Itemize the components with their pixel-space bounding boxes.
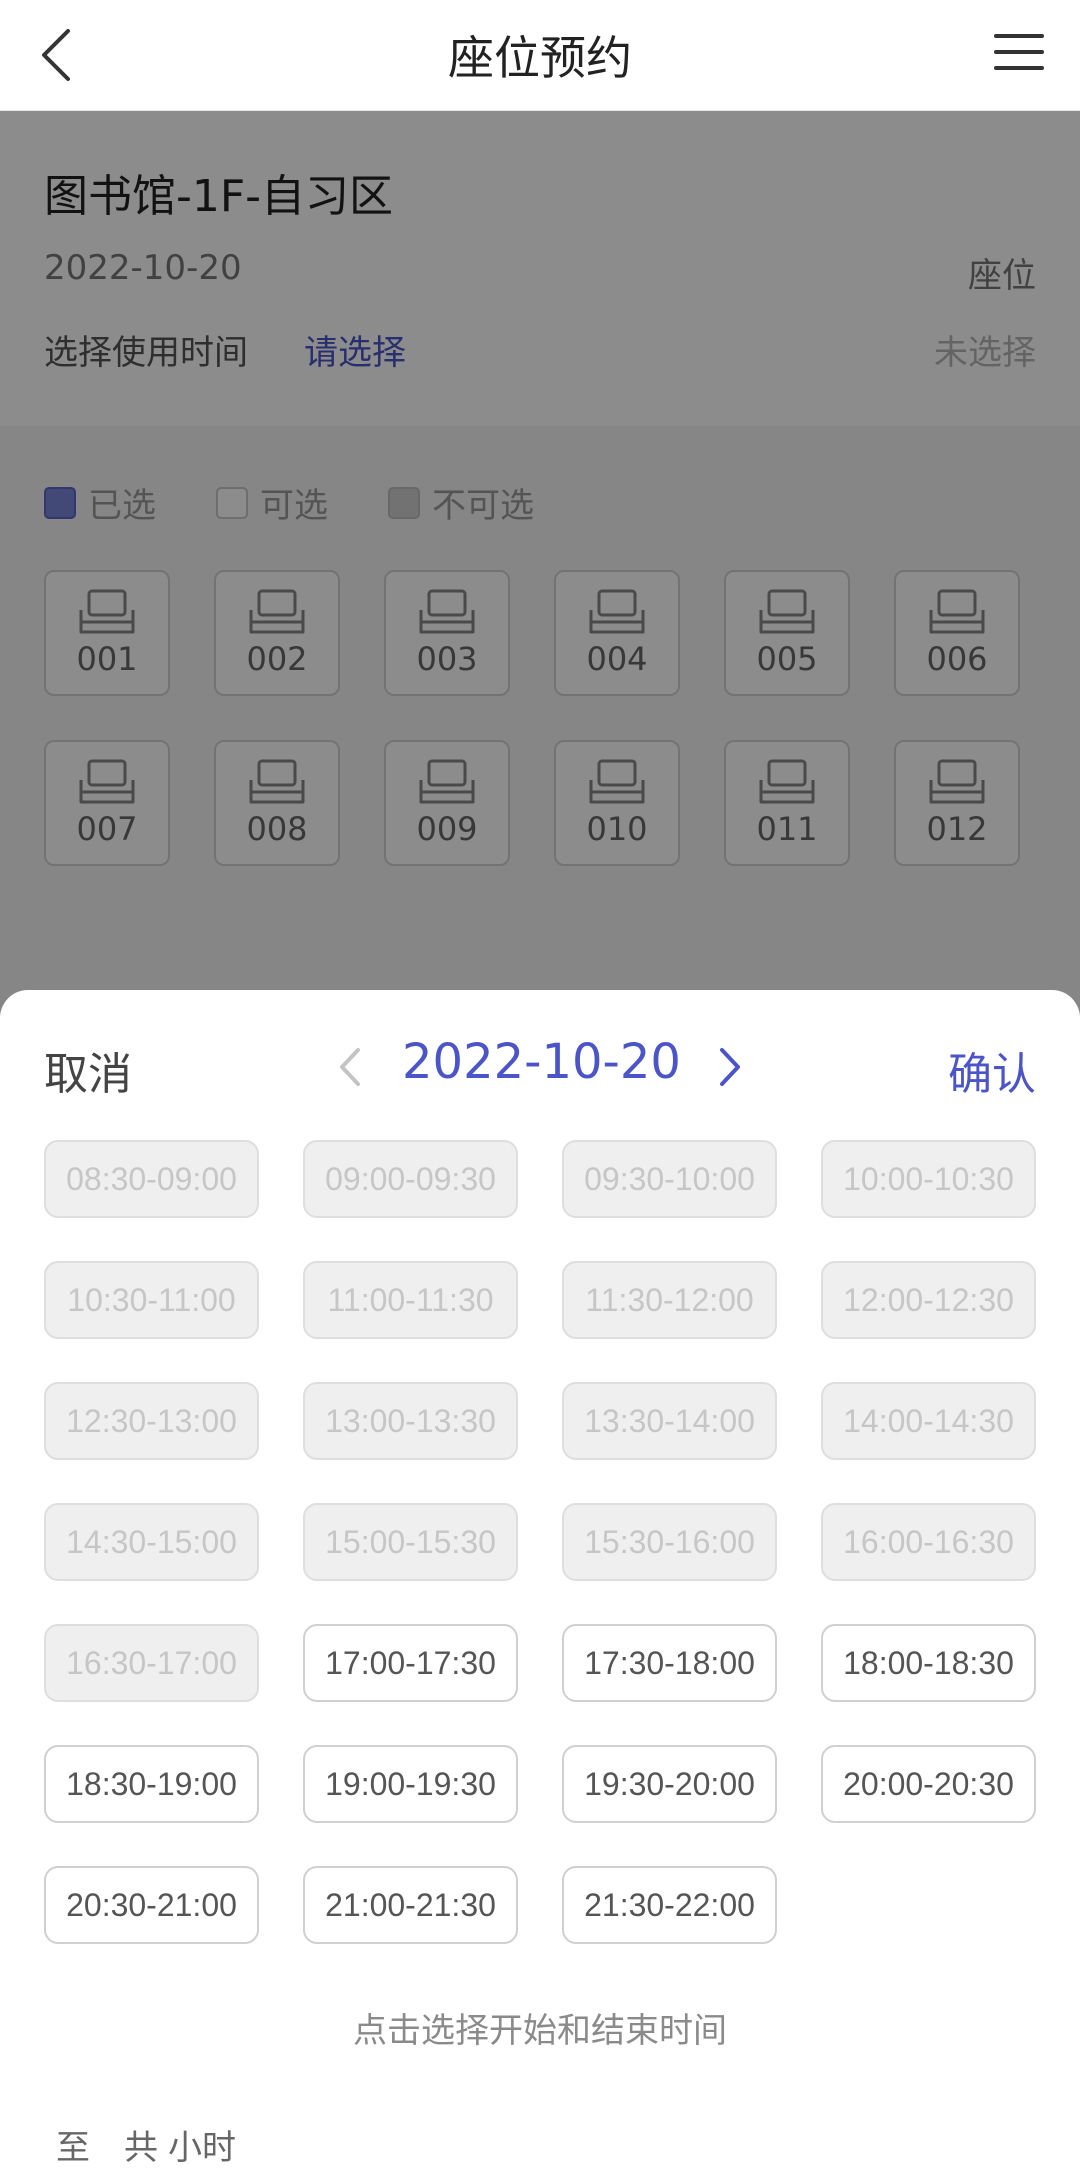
time-slot: 13:00-13:30 — [303, 1382, 518, 1460]
time-slot: 16:00-16:30 — [821, 1503, 1036, 1581]
sheet-date: 2022-10-20 — [402, 1034, 681, 1090]
chevron-right-icon[interactable] — [710, 1042, 750, 1092]
hours-label: 小时 — [168, 2128, 236, 2168]
time-slot: 14:00-14:30 — [821, 1382, 1036, 1460]
time-slot[interactable]: 17:00-17:30 — [303, 1624, 518, 1702]
time-slot: 16:30-17:00 — [44, 1624, 259, 1702]
selection-summary: 至 共小时 — [56, 2120, 236, 2169]
total-label: 共 — [124, 2128, 158, 2168]
time-slot: 12:00-12:30 — [821, 1261, 1036, 1339]
time-slot[interactable]: 21:00-21:30 — [303, 1866, 518, 1944]
confirm-button[interactable]: 确认 — [948, 1038, 1036, 1102]
time-slot: 14:30-15:00 — [44, 1503, 259, 1581]
time-slot: 10:00-10:30 — [821, 1140, 1036, 1218]
time-slot-grid: 08:30-09:00 09:00-09:30 09:30-10:00 10:00-1… — [44, 1140, 1036, 1944]
time-slot: 15:00-15:30 — [303, 1503, 518, 1581]
time-slot[interactable]: 20:00-20:30 — [821, 1745, 1036, 1823]
time-slot[interactable]: 19:30-20:00 — [562, 1745, 777, 1823]
top-bar: 座位预约 — [0, 0, 1080, 111]
time-picker-sheet: 取消 2022-10-20 确认 08:30-09:00 09:00-09:30 0… — [0, 990, 1080, 2177]
time-slot[interactable]: 20:30-21:00 — [44, 1866, 259, 1944]
time-slot: 09:30-10:00 — [562, 1140, 777, 1218]
page-title: 座位预约 — [448, 31, 632, 85]
time-slot[interactable]: 18:00-18:30 — [821, 1624, 1036, 1702]
time-slot: 13:30-14:00 — [562, 1382, 777, 1460]
cancel-button[interactable]: 取消 — [44, 1038, 132, 1102]
time-slot: 08:30-09:00 — [44, 1140, 259, 1218]
menu-icon[interactable] — [994, 34, 1044, 74]
time-slot: 11:30-12:00 — [562, 1261, 777, 1339]
time-slot: 10:30-11:00 — [44, 1261, 259, 1339]
time-slot[interactable]: 21:30-22:00 — [562, 1866, 777, 1944]
time-slot: 11:00-11:30 — [303, 1261, 518, 1339]
time-slot: 12:30-13:00 — [44, 1382, 259, 1460]
chevron-left-icon[interactable] — [330, 1042, 370, 1092]
time-slot: 15:30-16:00 — [562, 1503, 777, 1581]
time-slot[interactable]: 19:00-19:30 — [303, 1745, 518, 1823]
to-label: 至 — [56, 2128, 90, 2168]
time-slot[interactable]: 18:30-19:00 — [44, 1745, 259, 1823]
hint-text: 点击选择开始和结束时间 — [353, 2011, 727, 2051]
time-slot[interactable]: 17:30-18:00 — [562, 1624, 777, 1702]
time-slot: 09:00-09:30 — [303, 1140, 518, 1218]
